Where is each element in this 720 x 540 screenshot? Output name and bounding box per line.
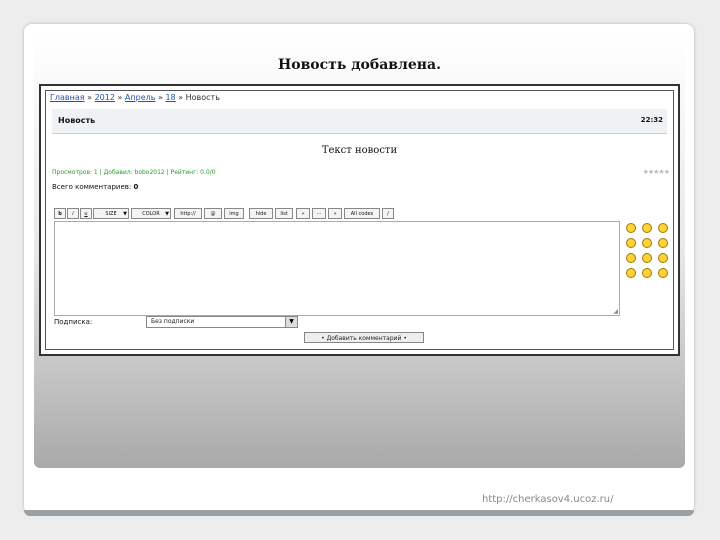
smiley-icon[interactable] [642, 253, 652, 263]
news-title: Новость [58, 116, 96, 125]
slide: Новость добавлена. Главная » 2012 » Апре… [24, 24, 694, 514]
breadcrumb-year[interactable]: 2012 [95, 93, 115, 102]
add-comment-button[interactable]: • Добавить комментарий • [304, 332, 424, 343]
comments-count: Всего комментариев: 0 [52, 183, 138, 191]
breadcrumb-sep: » [158, 93, 163, 102]
all-codes-button[interactable]: All codes [344, 208, 380, 219]
chevron-down-icon: ▼ [285, 317, 297, 327]
color-label: COLOR [142, 211, 160, 217]
img-button[interactable]: img [224, 208, 244, 219]
resize-handle-icon[interactable]: ◢ [613, 308, 618, 315]
list-button[interactable]: list [275, 208, 293, 219]
hide-button[interactable]: hide [249, 208, 273, 219]
color-select[interactable]: COLOR ▼ [131, 208, 171, 219]
bold-button[interactable]: b [54, 208, 66, 219]
smiley-icon[interactable] [626, 268, 636, 278]
comments-total-label: Всего комментариев: [52, 183, 132, 191]
slide-bottom-bar [24, 510, 694, 516]
subscription-value: Без подписки [151, 318, 195, 325]
smiley-icon[interactable] [626, 223, 636, 233]
smiley-icon[interactable] [658, 253, 668, 263]
smiley-icon[interactable] [626, 253, 636, 263]
bbcode-toolbar: b i u SIZE ▼ COLOR ▼ http:// @ img hide li… [54, 208, 612, 221]
smiley-icon[interactable] [642, 268, 652, 278]
news-header: Новость 22:32 [52, 109, 667, 134]
quote-right-button[interactable]: » [328, 208, 342, 219]
news-time: 22:32 [640, 116, 663, 124]
slide-panel: Новость добавлена. Главная » 2012 » Апре… [34, 34, 685, 468]
smiley-icon[interactable] [626, 238, 636, 248]
email-button[interactable]: @ [204, 208, 222, 219]
breadcrumb-sep: » [87, 93, 93, 102]
close-tags-button[interactable]: / [382, 208, 394, 219]
rating-stars-icon[interactable]: ★★★★★ [643, 168, 670, 176]
breadcrumb-sep: » [117, 93, 123, 102]
breadcrumb: Главная » 2012 » Апрель » 18 » Новость [50, 93, 220, 102]
breadcrumb-month[interactable]: Апрель [125, 93, 156, 102]
breadcrumb-day[interactable]: 18 [165, 93, 175, 102]
ellipsis-button[interactable]: ··· [312, 208, 326, 219]
page-frame: Главная » 2012 » Апрель » 18 » Новость Н… [45, 90, 674, 350]
italic-button[interactable]: i [67, 208, 79, 219]
slide-title: Новость добавлена. [278, 57, 441, 73]
breadcrumb-home[interactable]: Главная [50, 93, 85, 102]
size-select[interactable]: SIZE ▼ [93, 208, 129, 219]
footer-url: http://cherkasov4.ucoz.ru/ [482, 494, 614, 505]
smiley-icon[interactable] [642, 223, 652, 233]
chevron-down-icon: ▼ [123, 211, 127, 217]
comments-total-value: 0 [133, 183, 139, 191]
quote-left-button[interactable]: « [296, 208, 310, 219]
underline-button[interactable]: u [80, 208, 92, 219]
page-screenshot: Главная » 2012 » Апрель » 18 » Новость Н… [39, 84, 680, 356]
breadcrumb-sep: » [178, 93, 184, 102]
signature-label: Подписка: [54, 318, 93, 326]
news-meta: Просмотров: 1 | Добавил: bobo2012 | Рейт… [52, 169, 216, 176]
breadcrumb-current: Новость [185, 93, 220, 102]
news-text: Текст новости [321, 145, 398, 156]
smiley-icon[interactable] [658, 268, 668, 278]
url-button[interactable]: http:// [174, 208, 202, 219]
smiley-icon[interactable] [658, 238, 668, 248]
smiley-icon[interactable] [642, 238, 652, 248]
chevron-down-icon: ▼ [165, 211, 169, 217]
smiley-icon[interactable] [658, 223, 668, 233]
subscription-select[interactable]: Без подписки ▼ [146, 316, 298, 328]
size-label: SIZE [105, 211, 117, 217]
comment-textarea[interactable]: ◢ [54, 221, 620, 316]
smileys-panel [620, 219, 672, 283]
